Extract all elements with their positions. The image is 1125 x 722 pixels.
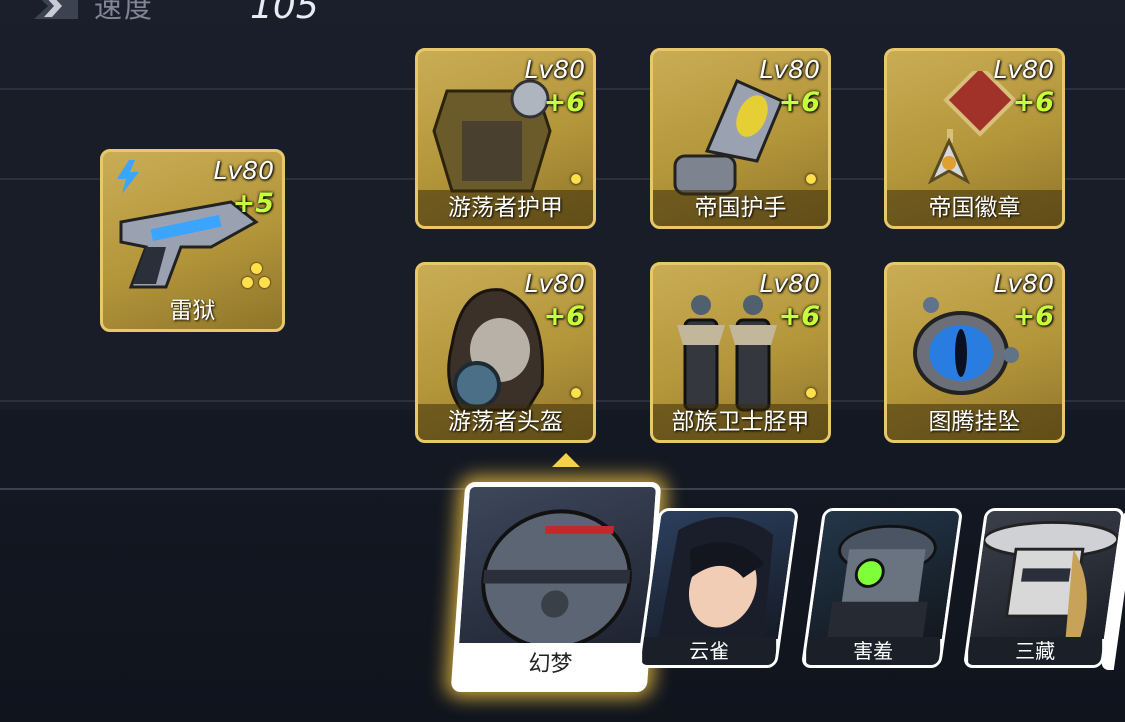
straw-hat-portrait-icon [982, 521, 1120, 639]
equipment-name: 游荡者护甲 [418, 190, 593, 226]
hero-portrait [969, 511, 1122, 639]
equipment-level: Lv80 [993, 269, 1054, 298]
rank-dot [571, 174, 581, 184]
gauntlet-icon [673, 79, 784, 196]
rank-dot [806, 174, 816, 184]
equipment-level: Lv80 [524, 55, 585, 84]
equipment-plus: +6 [778, 87, 820, 118]
pendant-icon [913, 297, 1019, 395]
equipment-card-gauntlet[interactable]: Lv80 +6 帝国护手 [650, 48, 831, 229]
equipment-card-pendant[interactable]: Lv80 +6 图腾挂坠 [884, 262, 1065, 443]
hero-name: 云雀 [642, 637, 777, 665]
hero-card-yunque[interactable]: 云雀 [636, 508, 800, 668]
girl-portrait-icon [658, 516, 774, 639]
hero-card-sanzang[interactable]: 三藏 [962, 508, 1125, 668]
equipment-card-greaves[interactable]: Lv80 +6 部族卫士胫甲 [650, 262, 831, 443]
rank-dots [242, 263, 272, 289]
equipment-plus: +6 [778, 301, 820, 332]
selection-caret-icon [552, 453, 580, 467]
equipment-name: 游荡者头盔 [418, 404, 593, 440]
hero-portrait [459, 487, 656, 650]
equipment-name: 帝国徽章 [887, 190, 1062, 226]
weapon-name: 雷狱 [169, 298, 216, 324]
equipment-level: Lv80 [993, 55, 1054, 84]
equipment-level: Lv80 [759, 269, 820, 298]
equipment-card-medal[interactable]: Lv80 +6 帝国徽章 [884, 48, 1065, 229]
hero-name: 三藏 [968, 637, 1103, 665]
hero-portrait [807, 511, 960, 640]
equipment-name: 部族卫士胫甲 [653, 404, 828, 440]
stat-value: 105 [250, 0, 319, 27]
hero-name: 害羞 [806, 637, 941, 665]
weapon-level: Lv80 [213, 156, 274, 185]
greaves-icon [677, 295, 777, 412]
stat-label: 速度 [94, 0, 155, 24]
hero-card-haixiu[interactable]: 害羞 [800, 508, 964, 668]
lightning-icon [117, 160, 139, 194]
weapon-card[interactable]: Lv80 +5 雷狱 [100, 149, 285, 332]
rank-dot [571, 388, 581, 398]
equipment-plus: +6 [543, 87, 585, 118]
equipment-plus: +6 [543, 301, 585, 332]
cap-portrait-icon [826, 524, 937, 640]
helmet-icon [447, 288, 544, 412]
chevron-icon [34, 0, 78, 19]
rank-dot [806, 388, 816, 398]
hero-card-huanmeng[interactable]: 幻梦 [450, 482, 662, 692]
hero-portrait [643, 511, 796, 639]
equipment-card-armor[interactable]: Lv80 +6 游荡者护甲 [415, 48, 596, 229]
equipment-name: 帝国护手 [653, 190, 828, 226]
armor-icon [432, 79, 552, 193]
equipment-plus: +6 [1012, 87, 1054, 118]
equipment-level: Lv80 [759, 55, 820, 84]
hero-name: 幻梦 [457, 643, 644, 687]
medal-icon [927, 71, 1017, 185]
equipment-level: Lv80 [524, 269, 585, 298]
equipment-plus: +6 [1012, 301, 1054, 332]
equipment-name: 图腾挂坠 [887, 404, 1062, 440]
weapon-plus: +5 [232, 188, 274, 219]
equipment-card-helmet[interactable]: Lv80 +6 游荡者头盔 [415, 262, 596, 443]
robot-helmet-icon [481, 509, 632, 650]
stat-row: 速度 105 [30, 0, 319, 27]
